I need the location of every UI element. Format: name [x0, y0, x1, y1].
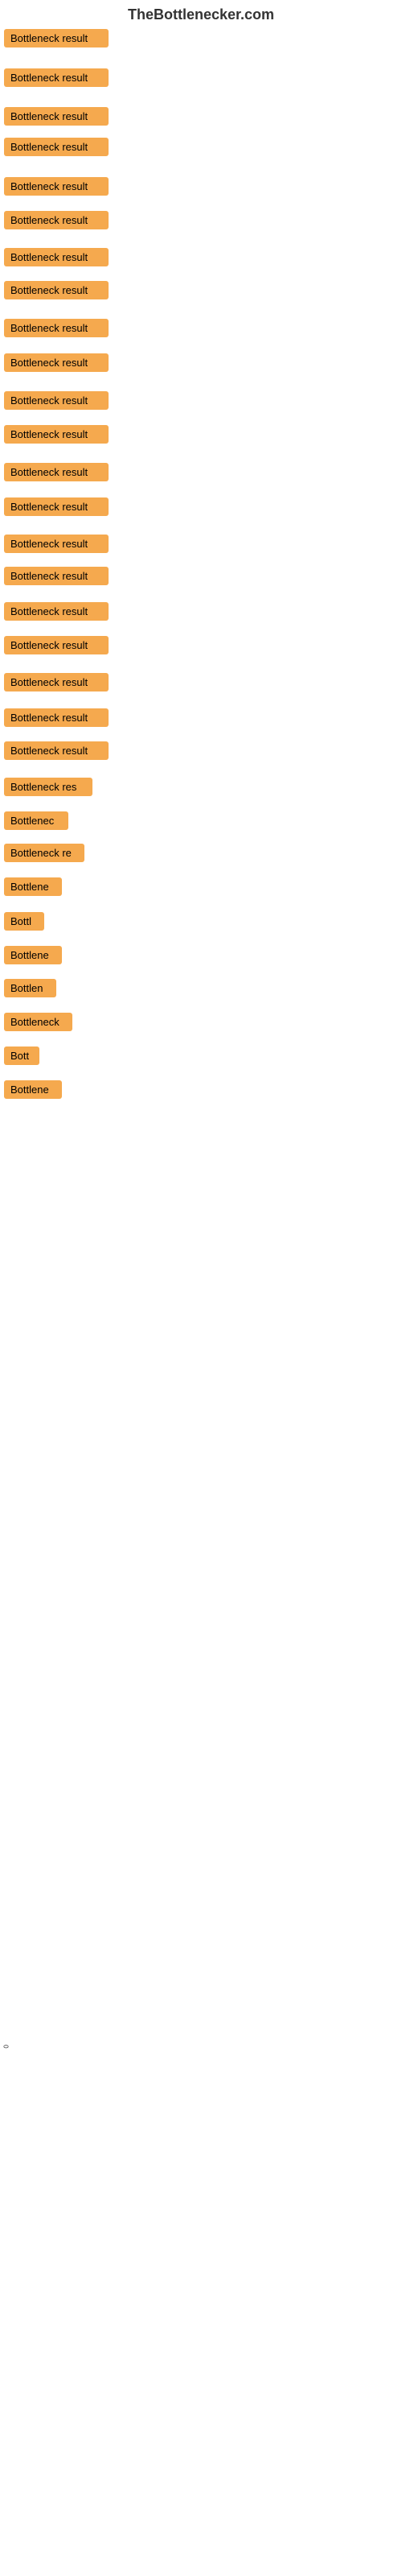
bottleneck-label: Bottleneck result [4, 107, 109, 126]
bottleneck-row: Bottleneck result [4, 177, 109, 200]
bottleneck-row: Bottleneck result [4, 281, 109, 303]
bottleneck-row: Bottleneck result [4, 391, 109, 414]
bottleneck-label: Bottleneck result [4, 211, 109, 229]
bottleneck-row: Bottleneck res [4, 778, 92, 800]
bottleneck-label: Bottleneck result [4, 741, 109, 760]
bottleneck-row: Bottl [4, 912, 44, 935]
bottleneck-label: Bottleneck res [4, 778, 92, 796]
bottleneck-label: Bottlenec [4, 811, 68, 830]
bottleneck-row: Bottleneck result [4, 741, 109, 764]
bottleneck-label: Bottleneck result [4, 391, 109, 410]
bottleneck-label: Bottleneck result [4, 281, 109, 299]
bottleneck-label: Bottleneck result [4, 319, 109, 337]
bottleneck-label: Bottleneck result [4, 353, 109, 372]
bottleneck-label: Bottleneck result [4, 29, 109, 47]
bottleneck-row: Bott [4, 1046, 39, 1069]
bottleneck-row: Bottlenec [4, 811, 68, 834]
bottleneck-label: Bott [4, 1046, 39, 1065]
bottleneck-label: Bottleneck result [4, 535, 109, 553]
bottleneck-label: Bottleneck result [4, 425, 109, 444]
bottleneck-label: Bottlene [4, 877, 62, 896]
bottleneck-row: Bottlene [4, 946, 62, 968]
bottleneck-label: Bottleneck result [4, 567, 109, 585]
bottleneck-row: Bottleneck result [4, 463, 109, 485]
bottleneck-row: Bottleneck result [4, 353, 109, 376]
bottleneck-label: Bottlene [4, 946, 62, 964]
bottleneck-label: Bottleneck re [4, 844, 84, 862]
bottleneck-label: Bottleneck result [4, 463, 109, 481]
bottleneck-row: Bottleneck result [4, 602, 109, 625]
bottleneck-row: Bottleneck result [4, 107, 109, 130]
bottleneck-row: Bottlene [4, 877, 62, 900]
bottleneck-row: Bottleneck result [4, 319, 109, 341]
bottleneck-row: Bottlen [4, 979, 56, 1001]
bottleneck-row: Bottleneck result [4, 211, 109, 233]
bottleneck-label: Bottleneck result [4, 138, 109, 156]
bottleneck-label: Bottleneck result [4, 602, 109, 621]
bottleneck-row: Bottleneck result [4, 636, 109, 658]
bottleneck-label: Bottlen [4, 979, 56, 997]
axis-label: 0 [3, 2045, 10, 2048]
bottleneck-row: Bottleneck [4, 1013, 72, 1035]
bottleneck-row: Bottleneck result [4, 248, 109, 270]
bottleneck-label: Bottleneck result [4, 636, 109, 654]
bottleneck-label: Bottleneck result [4, 497, 109, 516]
bottleneck-row: Bottleneck result [4, 425, 109, 448]
bottleneck-label: Bottleneck result [4, 708, 109, 727]
bottleneck-row: Bottleneck result [4, 497, 109, 520]
bottleneck-row: Bottleneck result [4, 535, 109, 557]
bottleneck-label: Bottleneck result [4, 248, 109, 266]
bottleneck-label: Bottleneck result [4, 673, 109, 691]
bottleneck-row: Bottlene [4, 1080, 62, 1103]
bottleneck-label: Bottleneck [4, 1013, 72, 1031]
bottleneck-row: Bottleneck result [4, 29, 109, 52]
bottleneck-row: Bottleneck re [4, 844, 84, 866]
bottleneck-label: Bottleneck result [4, 177, 109, 196]
bottleneck-row: Bottleneck result [4, 567, 109, 589]
bottleneck-row: Bottleneck result [4, 708, 109, 731]
bottleneck-row: Bottleneck result [4, 138, 109, 160]
bottleneck-row: Bottleneck result [4, 673, 109, 696]
bottleneck-label: Bottlene [4, 1080, 62, 1099]
site-title: TheBottlenecker.com [0, 0, 402, 33]
bottleneck-row: Bottleneck result [4, 68, 109, 91]
bottleneck-label: Bottl [4, 912, 44, 931]
bottleneck-label: Bottleneck result [4, 68, 109, 87]
